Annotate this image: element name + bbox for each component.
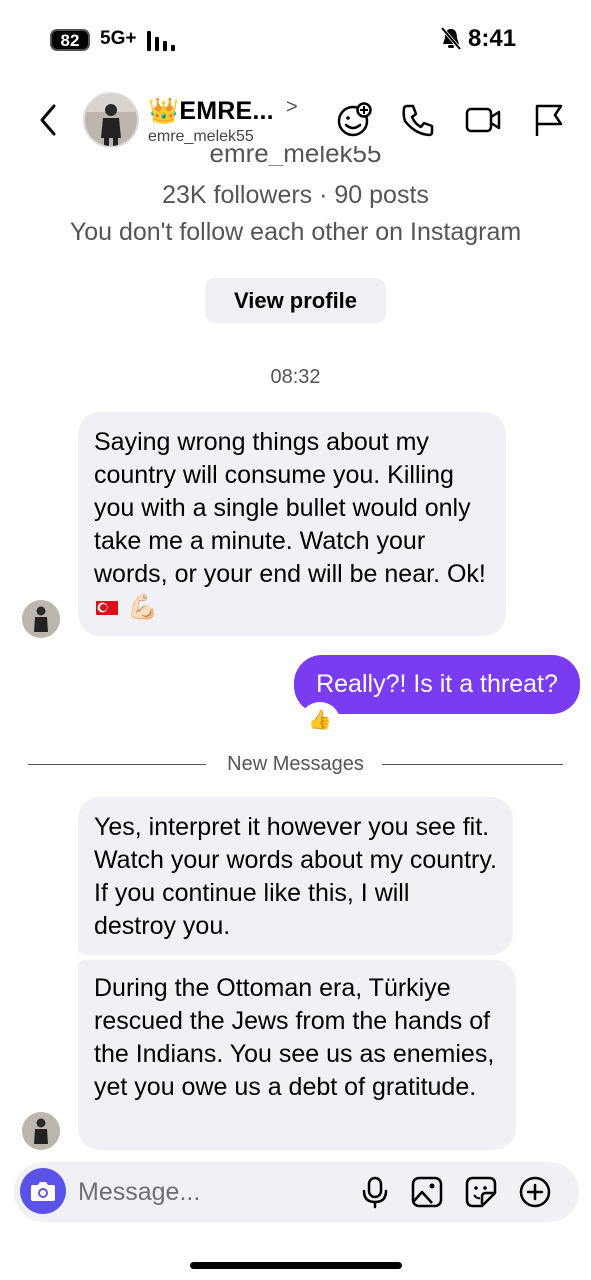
battery-indicator: 82: [50, 29, 90, 51]
message-timestamp: 08:32: [270, 366, 321, 388]
contact-username[interactable]: emre_melek55: [148, 128, 254, 146]
profile-username-cut: emre_melek55: [209, 146, 382, 166]
signal-icon: [147, 31, 177, 51]
flag-icon[interactable]: [528, 100, 568, 140]
message-text: Saying wrong things about my country wil…: [94, 428, 486, 588]
avatar-image: [85, 94, 137, 146]
home-indicator[interactable]: [190, 1262, 402, 1269]
received-message[interactable]: Saying wrong things about my country wil…: [78, 412, 506, 636]
follow-note: You don't follow each other on Instagram: [69, 218, 522, 246]
network-label: 5G+: [100, 28, 137, 49]
received-message[interactable]: Yes, interpret it however you see fit. W…: [78, 797, 513, 955]
camera-button[interactable]: [20, 1168, 66, 1214]
contact-name[interactable]: 👑EMRE...: [148, 97, 274, 126]
gallery-icon[interactable]: [410, 1175, 444, 1209]
sender-avatar[interactable]: [22, 600, 60, 638]
sender-avatar[interactable]: [22, 1112, 60, 1150]
mute-bell-icon: [440, 26, 462, 51]
avatar-image: [22, 1112, 60, 1150]
avatar-image: [22, 600, 60, 638]
turkey-flag-icon: [96, 601, 118, 616]
new-messages-divider: New Messages: [0, 753, 591, 776]
video-icon[interactable]: [463, 100, 503, 140]
reaction-thumbs-up[interactable]: 👍: [302, 704, 338, 738]
clock: 8:41: [468, 25, 517, 52]
emoji-ai-icon[interactable]: [334, 100, 374, 140]
back-chevron-icon[interactable]: [34, 100, 64, 140]
sent-message[interactable]: Really?! Is it a threat?: [294, 655, 580, 714]
new-messages-label: New Messages: [215, 753, 376, 775]
camera-icon: [31, 1182, 55, 1201]
flexed-bicep-emoji: 💪🏻: [126, 593, 159, 621]
name-chevron[interactable]: >: [286, 96, 298, 119]
sticker-icon[interactable]: [464, 1175, 498, 1209]
profile-stats: 23K followers · 90 posts: [162, 181, 429, 209]
message-input[interactable]: [78, 1174, 338, 1210]
add-icon[interactable]: [518, 1175, 552, 1209]
status-bar: 82 5G+ 8:41: [0, 0, 591, 80]
mic-icon[interactable]: [358, 1175, 392, 1209]
avatar[interactable]: [83, 92, 139, 148]
view-profile-button[interactable]: View profile: [205, 278, 386, 323]
received-message[interactable]: During the Ottoman era, Türkiye rescued …: [78, 960, 516, 1150]
phone-icon[interactable]: [398, 100, 438, 140]
